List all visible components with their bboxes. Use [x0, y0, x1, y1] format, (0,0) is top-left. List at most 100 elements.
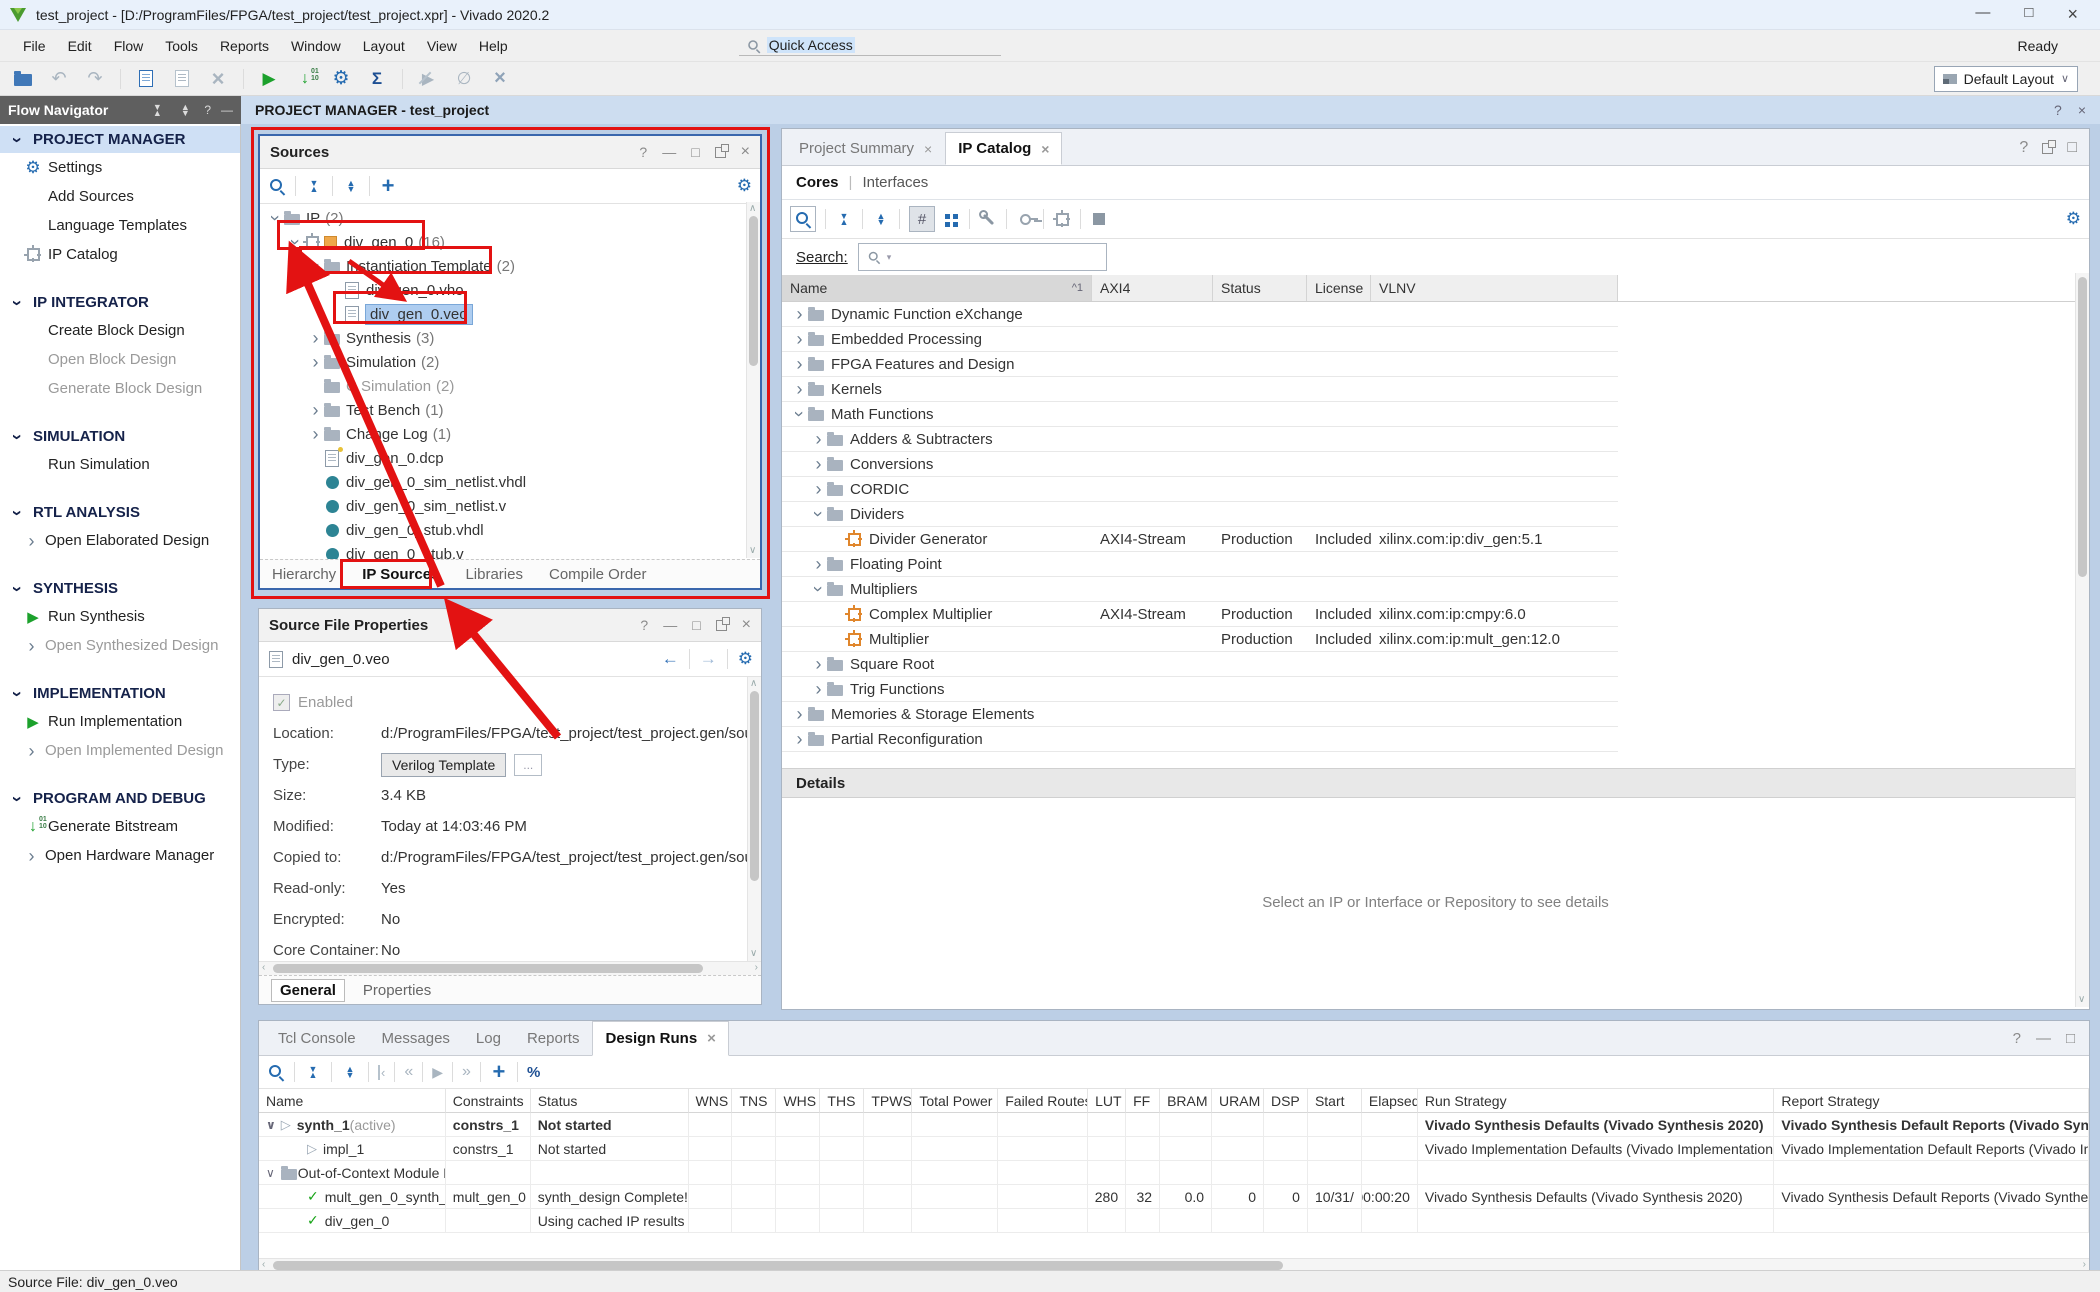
- create-run-icon[interactable]: +: [490, 1063, 508, 1081]
- chevron-right-icon[interactable]: ›: [308, 401, 323, 419]
- tree-item[interactable]: ›div_gen_0_sim_netlist.v: [260, 494, 760, 518]
- column-header-status[interactable]: Status: [1213, 275, 1307, 301]
- chevron-right-icon[interactable]: ›: [308, 329, 323, 347]
- bottom-tab-messages[interactable]: Messages: [369, 1021, 463, 1056]
- close-icon[interactable]: ×: [1041, 141, 1049, 157]
- catalog-row[interactable]: ›Dynamic Function eXchange: [782, 302, 1618, 327]
- chevron-down-icon[interactable]: ›: [9, 505, 27, 520]
- layout-selector[interactable]: Default Layout ∨: [1934, 66, 2078, 92]
- catalog-row[interactable]: ›Square Root: [782, 652, 1618, 677]
- runs-column-whs[interactable]: WHS: [776, 1089, 820, 1113]
- delete-icon[interactable]: ×: [205, 66, 231, 92]
- runs-column-dsp[interactable]: DSP: [1264, 1089, 1308, 1113]
- open-project-icon[interactable]: [10, 66, 36, 92]
- chevron-down-icon[interactable]: ›: [9, 132, 27, 147]
- help-icon[interactable]: ?: [204, 103, 211, 117]
- runs-column-wns[interactable]: WNS: [689, 1089, 733, 1113]
- tab-hierarchy[interactable]: Hierarchy: [272, 566, 336, 583]
- runs-column-ths[interactable]: THS: [820, 1089, 864, 1113]
- float-panel-icon[interactable]: [2042, 143, 2053, 154]
- close-panel-icon[interactable]: ×: [741, 143, 750, 161]
- chevron-down-icon[interactable]: ›: [267, 211, 285, 226]
- help-icon[interactable]: ?: [2019, 139, 2028, 157]
- catalog-row[interactable]: ›Conversions: [782, 452, 1618, 477]
- chevron-right-icon[interactable]: ›: [811, 430, 826, 448]
- runs-column-ff[interactable]: FF: [1126, 1089, 1160, 1113]
- runs-row[interactable]: ▷impl_1constrs_1Not startedVivado Implem…: [259, 1137, 2089, 1161]
- help-icon[interactable]: ?: [2013, 1030, 2021, 1047]
- flownav-section-header[interactable]: ›SIMULATION: [0, 423, 240, 450]
- runs-row[interactable]: ✓mult_gen_0_synth_1mult_gen_0synth_desig…: [259, 1185, 2089, 1209]
- back-arrow-icon[interactable]: ←: [662, 649, 679, 669]
- chevron-right-icon[interactable]: ›: [792, 730, 807, 748]
- chevron-down-icon[interactable]: ›: [810, 507, 828, 522]
- catalog-row[interactable]: ›Adders & Subtracters: [782, 427, 1618, 452]
- flownav-item[interactable]: ›Open Implemented Design: [0, 736, 240, 765]
- catalog-row[interactable]: ›Embedded Processing: [782, 327, 1618, 352]
- runs-column-run-strategy[interactable]: Run Strategy: [1418, 1089, 1775, 1113]
- collapse-all-icon[interactable]: ▼▲: [304, 1063, 322, 1081]
- forward-arrow-icon[interactable]: →: [700, 649, 717, 669]
- collapse-all-icon[interactable]: ▼▲: [835, 210, 853, 228]
- catalog-row[interactable]: ›Trig Functions: [782, 677, 1618, 702]
- menu-help[interactable]: Help: [468, 34, 519, 58]
- chevron-down-icon[interactable]: ∨: [266, 1118, 276, 1132]
- hierarchy-view-icon[interactable]: [942, 210, 960, 228]
- menu-flow[interactable]: Flow: [103, 34, 155, 58]
- help-icon[interactable]: ?: [640, 617, 648, 633]
- settings-gear-icon[interactable]: ⚙: [738, 649, 753, 669]
- flownav-item[interactable]: IP Catalog: [0, 240, 240, 269]
- flownav-section-header[interactable]: ›IMPLEMENTATION: [0, 680, 240, 707]
- tree-item[interactable]: ›div_gen_0_stub.v: [260, 542, 760, 559]
- catalog-search-input[interactable]: ▾: [858, 243, 1107, 271]
- catalog-row[interactable]: ›Floating Point: [782, 552, 1618, 577]
- tree-item[interactable]: ›div_gen_0.dcp: [260, 446, 760, 470]
- runs-column-total-power[interactable]: Total Power: [912, 1089, 998, 1113]
- chevron-right-icon[interactable]: ›: [792, 705, 807, 723]
- runs-row[interactable]: ∨▷synth_1 (active)constrs_1Not startedVi…: [259, 1113, 2089, 1137]
- maximize-icon[interactable]: □: [2024, 4, 2033, 25]
- bottom-tab-reports[interactable]: Reports: [514, 1021, 593, 1056]
- flownav-section-header[interactable]: ›RTL ANALYSIS: [0, 499, 240, 526]
- settings-gear-icon[interactable]: ⚙: [2066, 209, 2081, 229]
- chevron-right-icon[interactable]: ›: [24, 742, 39, 760]
- menu-edit[interactable]: Edit: [57, 34, 103, 58]
- chevron-right-icon[interactable]: ›: [24, 637, 39, 655]
- chevron-right-icon[interactable]: ›: [811, 555, 826, 573]
- report-sigma-icon[interactable]: Σ: [364, 66, 390, 92]
- runs-row[interactable]: ∨Out-of-Context Module Runs: [259, 1161, 2089, 1185]
- filter-icon[interactable]: #: [909, 206, 935, 232]
- chevron-right-icon[interactable]: ›: [792, 330, 807, 348]
- expand-all-icon[interactable]: ▲▼: [872, 210, 890, 228]
- flownav-item[interactable]: ↓0110Generate Bitstream: [0, 812, 240, 841]
- search-icon[interactable]: [790, 206, 816, 232]
- tree-item[interactable]: ›div_gen_0(16): [260, 230, 760, 254]
- tree-item[interactable]: ›C Simulation(2): [260, 374, 760, 398]
- chevron-right-icon[interactable]: ›: [811, 480, 826, 498]
- collapse-all-icon[interactable]: ▼▲: [305, 177, 323, 195]
- properties-scrollbar[interactable]: ∧ ∨: [747, 677, 761, 961]
- minimize-panel-icon[interactable]: —: [662, 144, 676, 160]
- flownav-item[interactable]: Add Sources: [0, 182, 240, 211]
- runs-column-bram[interactable]: BRAM: [1160, 1089, 1212, 1113]
- bottom-tab-tcl-console[interactable]: Tcl Console: [265, 1021, 369, 1056]
- catalog-row[interactable]: ›Math Functions: [782, 402, 1618, 427]
- chevron-right-icon[interactable]: ›: [24, 532, 39, 550]
- chevron-right-icon[interactable]: ›: [811, 655, 826, 673]
- flownav-section-header[interactable]: ›PROJECT MANAGER: [0, 126, 240, 153]
- maximize-panel-icon[interactable]: □: [2066, 1030, 2075, 1047]
- chevron-right-icon[interactable]: ›: [308, 353, 323, 371]
- add-sources-icon[interactable]: +: [379, 177, 397, 195]
- chevron-right-icon[interactable]: ›: [24, 847, 39, 865]
- catalog-row[interactable]: ›FPGA Features and Design: [782, 352, 1618, 377]
- menu-window[interactable]: Window: [280, 34, 352, 58]
- chevron-right-icon[interactable]: ›: [811, 680, 826, 698]
- search-icon[interactable]: [268, 177, 286, 195]
- expand-all-icon[interactable]: ▲▼: [341, 1063, 359, 1081]
- tree-item[interactable]: ›div_gen_0.veo: [260, 302, 760, 326]
- doc-tab-ip-catalog[interactable]: IP Catalog ×: [945, 132, 1062, 165]
- flownav-item[interactable]: Language Templates: [0, 211, 240, 240]
- close-icon[interactable]: ×: [2067, 4, 2078, 25]
- chevron-right-icon[interactable]: ›: [792, 380, 807, 398]
- catalog-scrollbar[interactable]: ∨: [2075, 273, 2089, 1007]
